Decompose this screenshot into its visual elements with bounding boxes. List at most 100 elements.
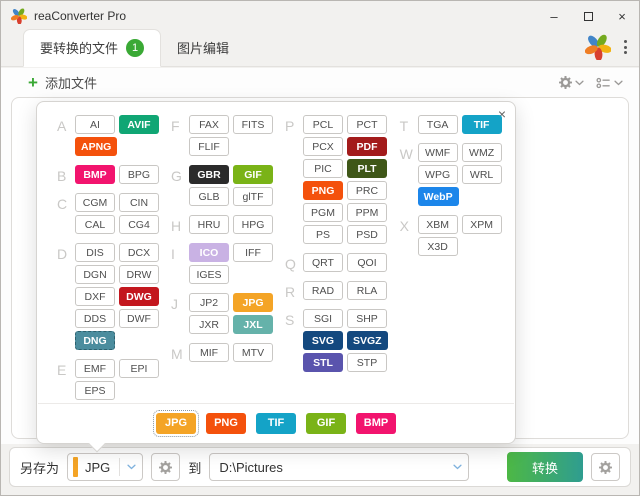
format-badge-eps[interactable]: EPS — [75, 381, 115, 400]
format-badge-plt[interactable]: PLT — [347, 159, 387, 178]
format-badge-gbr[interactable]: GBR — [189, 165, 229, 184]
shortcut-badge-tif[interactable]: TIF — [256, 412, 296, 434]
format-badge-flif[interactable]: FLIF — [189, 137, 229, 156]
format-badge-bpg[interactable]: BPG — [119, 165, 159, 184]
format-badge-dds[interactable]: DDS — [75, 309, 115, 328]
format-badge-bmp[interactable]: BMP — [75, 165, 115, 184]
format-badge-mif[interactable]: MIF — [189, 343, 229, 362]
format-badge-pic[interactable]: PIC — [303, 159, 343, 178]
sort-options-dropdown[interactable] — [596, 77, 623, 89]
format-badge-dis[interactable]: DIS — [75, 243, 115, 262]
reaconverter-logo-icon[interactable] — [585, 34, 611, 60]
output-format-value: JPG — [85, 459, 111, 475]
format-badge-cal[interactable]: CAL — [75, 215, 115, 234]
format-badge-glb[interactable]: GLB — [189, 187, 229, 206]
format-badge-ico[interactable]: ICO — [189, 243, 229, 262]
convert-settings-button[interactable] — [591, 453, 620, 481]
format-badge-rad[interactable]: RAD — [303, 281, 343, 300]
format-badge-dcx[interactable]: DCX — [119, 243, 159, 262]
format-badge-png[interactable]: PNG — [303, 181, 343, 200]
format-badge-pcl[interactable]: PCL — [303, 115, 343, 134]
format-badge-wmz[interactable]: WMZ — [461, 143, 502, 162]
list-settings-dropdown[interactable] — [559, 76, 584, 89]
kebab-menu-button[interactable] — [619, 36, 632, 58]
format-badge-pct[interactable]: PCT — [347, 115, 387, 134]
format-badge-avif[interactable]: AVIF — [119, 115, 159, 134]
format-badge-gltf[interactable]: glTF — [233, 187, 273, 206]
format-badge-prc[interactable]: PRC — [347, 181, 387, 200]
format-badge-jpg[interactable]: JPG — [233, 293, 273, 312]
format-badge-dgn[interactable]: DGN — [75, 265, 115, 284]
shortcut-badge-png[interactable]: PNG — [206, 412, 246, 434]
shortcut-badge-bmp[interactable]: BMP — [356, 412, 396, 434]
format-badge-ai[interactable]: AI — [75, 115, 115, 134]
format-badge-tga[interactable]: TGA — [417, 115, 458, 134]
destination-combo[interactable]: D:\Pictures — [209, 453, 469, 481]
format-badge-wmf[interactable]: WMF — [417, 143, 458, 162]
format-badge-dwg[interactable]: DWG — [119, 287, 159, 306]
format-badge-stp[interactable]: STP — [347, 353, 387, 372]
format-badge-xpm[interactable]: XPM — [461, 215, 502, 234]
format-badge-rla[interactable]: RLA — [347, 281, 387, 300]
tab-files-to-convert[interactable]: 要转换的文件 1 — [23, 29, 162, 67]
format-badge-svgz[interactable]: SVGZ — [347, 331, 388, 350]
format-badge-emf[interactable]: EMF — [75, 359, 115, 378]
format-badge-wpg[interactable]: WPG — [417, 165, 458, 184]
format-badge-xbm[interactable]: XBM — [417, 215, 458, 234]
format-badge-sgi[interactable]: SGI — [303, 309, 343, 328]
destination-combo-chevron[interactable] — [446, 464, 468, 470]
format-badge-stl[interactable]: STL — [303, 353, 343, 372]
format-badge-apng[interactable]: APNG — [75, 137, 118, 156]
format-badge-hru[interactable]: HRU — [189, 215, 229, 234]
format-badge-mtv[interactable]: MTV — [233, 343, 273, 362]
format-badge-dng[interactable]: DNG — [75, 331, 115, 350]
format-badge-pgm[interactable]: PGM — [303, 203, 343, 222]
group-letter-i: I — [171, 246, 175, 262]
format-badge-epi[interactable]: EPI — [119, 359, 159, 378]
format-badge-drw[interactable]: DRW — [119, 265, 159, 284]
shortcut-badge-gif[interactable]: GIF — [306, 412, 346, 434]
format-badge-svg[interactable]: SVG — [303, 331, 343, 350]
format-badge-webp[interactable]: WebP — [417, 187, 459, 206]
format-badge-cgm[interactable]: CGM — [75, 193, 115, 212]
format-combo-chevron[interactable] — [120, 464, 142, 470]
format-badge-gif[interactable]: GIF — [233, 165, 273, 184]
format-badge-x3d[interactable]: X3D — [417, 237, 458, 256]
format-badge-cin[interactable]: CIN — [119, 193, 159, 212]
shortcut-badge-jpg[interactable]: JPG — [153, 409, 199, 437]
format-badge-ppm[interactable]: PPM — [347, 203, 387, 222]
format-badge-qrt[interactable]: QRT — [303, 253, 343, 272]
format-badge-pdf[interactable]: PDF — [347, 137, 387, 156]
group-letter-f: F — [171, 118, 180, 134]
close-button[interactable]: × — [605, 1, 639, 31]
format-badge-iges[interactable]: IGES — [189, 265, 229, 284]
format-badge-jp2[interactable]: JP2 — [189, 293, 229, 312]
format-badge-ps[interactable]: PS — [303, 225, 343, 244]
maximize-button[interactable] — [571, 1, 605, 31]
format-badge-wrl[interactable]: WRL — [461, 165, 502, 184]
to-label: 到 — [188, 460, 202, 476]
group-letter-t: T — [399, 118, 409, 134]
convert-button[interactable]: 转换 — [507, 452, 583, 482]
format-badge-jxr[interactable]: JXR — [189, 315, 229, 334]
format-badge-tif[interactable]: TIF — [461, 115, 502, 134]
format-badge-hpg[interactable]: HPG — [233, 215, 273, 234]
format-badge-jxl[interactable]: JXL — [233, 315, 273, 334]
format-badge-shp[interactable]: SHP — [347, 309, 387, 328]
gear-icon — [559, 76, 572, 89]
tab-strip: 要转换的文件 1 图片编辑 — [1, 29, 639, 67]
format-badge-qoi[interactable]: QOI — [347, 253, 387, 272]
format-badge-psd[interactable]: PSD — [347, 225, 387, 244]
format-badge-fits[interactable]: FITS — [233, 115, 273, 134]
add-files-button[interactable]: + 添加文件 — [28, 73, 97, 92]
format-badge-iff[interactable]: IFF — [233, 243, 273, 262]
format-badge-pcx[interactable]: PCX — [303, 137, 343, 156]
format-badge-dwf[interactable]: DWF — [119, 309, 159, 328]
minimize-button[interactable]: – — [537, 1, 571, 31]
format-badge-fax[interactable]: FAX — [189, 115, 229, 134]
tab-image-editing[interactable]: 图片编辑 — [161, 30, 245, 66]
format-badge-dxf[interactable]: DXF — [75, 287, 115, 306]
format-settings-button[interactable] — [151, 453, 181, 481]
output-format-combo[interactable]: JPG — [67, 453, 144, 481]
format-badge-cg4[interactable]: CG4 — [119, 215, 159, 234]
